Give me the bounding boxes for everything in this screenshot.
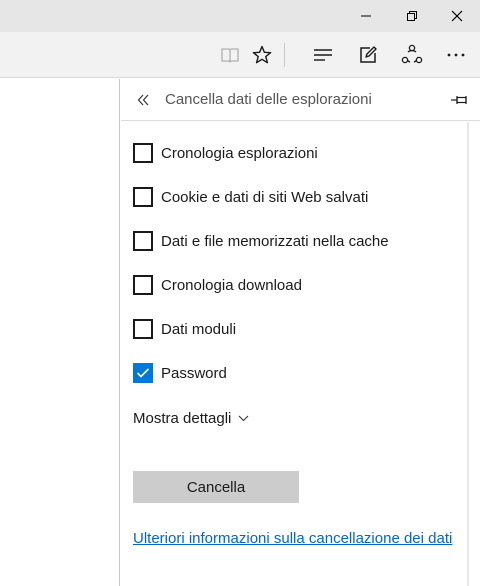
checkbox[interactable]: [133, 275, 153, 295]
page-content: [0, 79, 120, 586]
minimize-button[interactable]: [343, 0, 389, 32]
show-details-toggle[interactable]: Mostra dettagli: [133, 407, 249, 429]
pin-button[interactable]: [446, 88, 472, 112]
restore-icon: [407, 11, 417, 21]
more-info-link[interactable]: Ulteriori informazioni sulla cancellazio…: [133, 530, 452, 547]
option-cookies[interactable]: Cookie e dati di siti Web salvati: [133, 186, 368, 208]
checkbox[interactable]: [133, 231, 153, 251]
more-icon: [447, 53, 465, 57]
chevron-down-icon: [239, 415, 249, 421]
web-note-button[interactable]: [348, 32, 388, 78]
pane-title: Cancella dati delle esplorazioni: [165, 91, 372, 108]
back-button[interactable]: [131, 87, 157, 113]
web-note-icon: [360, 46, 377, 63]
option-label: Cronologia download: [161, 276, 302, 294]
clear-data-pane: Cancella dati delle esplorazioni Cronolo…: [121, 79, 480, 586]
minimize-icon: [361, 15, 371, 17]
favorites-button[interactable]: [242, 32, 282, 78]
option-label: Cookie e dati di siti Web salvati: [161, 188, 369, 206]
option-label: Dati e file memorizzati nella cache: [161, 232, 389, 250]
favorite-star-icon: [252, 45, 272, 64]
share-icon: [401, 44, 423, 64]
pin-icon: [451, 96, 467, 104]
checkbox-checked[interactable]: [133, 363, 153, 383]
title-bar: [0, 0, 480, 32]
share-button[interactable]: [392, 32, 432, 78]
show-details-label: Mostra dettagli: [133, 409, 232, 427]
close-icon: [451, 10, 463, 22]
option-cache[interactable]: Dati e file memorizzati nella cache: [133, 230, 389, 252]
reading-view-icon: [221, 48, 239, 63]
double-chevron-left-icon: [137, 94, 149, 106]
clear-button[interactable]: Cancella: [133, 471, 299, 503]
close-button[interactable]: [434, 0, 480, 32]
browser-toolbar: [0, 32, 480, 78]
checkmark-icon: [136, 368, 150, 378]
checkbox[interactable]: [133, 143, 153, 163]
checkbox[interactable]: [133, 187, 153, 207]
option-browsing-history[interactable]: Cronologia esplorazioni: [133, 142, 318, 164]
scrollbar[interactable]: [467, 122, 469, 586]
more-button[interactable]: [436, 32, 476, 78]
option-passwords[interactable]: Password: [133, 362, 227, 384]
hub-icon: [314, 49, 332, 61]
toolbar-separator: [284, 43, 285, 67]
option-label: Cronologia esplorazioni: [161, 144, 318, 162]
option-form-data[interactable]: Dati moduli: [133, 318, 236, 340]
option-label: Dati moduli: [161, 320, 237, 338]
checkbox[interactable]: [133, 319, 153, 339]
option-label: Password: [161, 364, 227, 382]
option-download-history[interactable]: Cronologia download: [133, 274, 302, 296]
pane-header: Cancella dati delle esplorazioni: [121, 79, 480, 121]
restore-button[interactable]: [389, 0, 435, 32]
hub-button[interactable]: [303, 32, 343, 78]
